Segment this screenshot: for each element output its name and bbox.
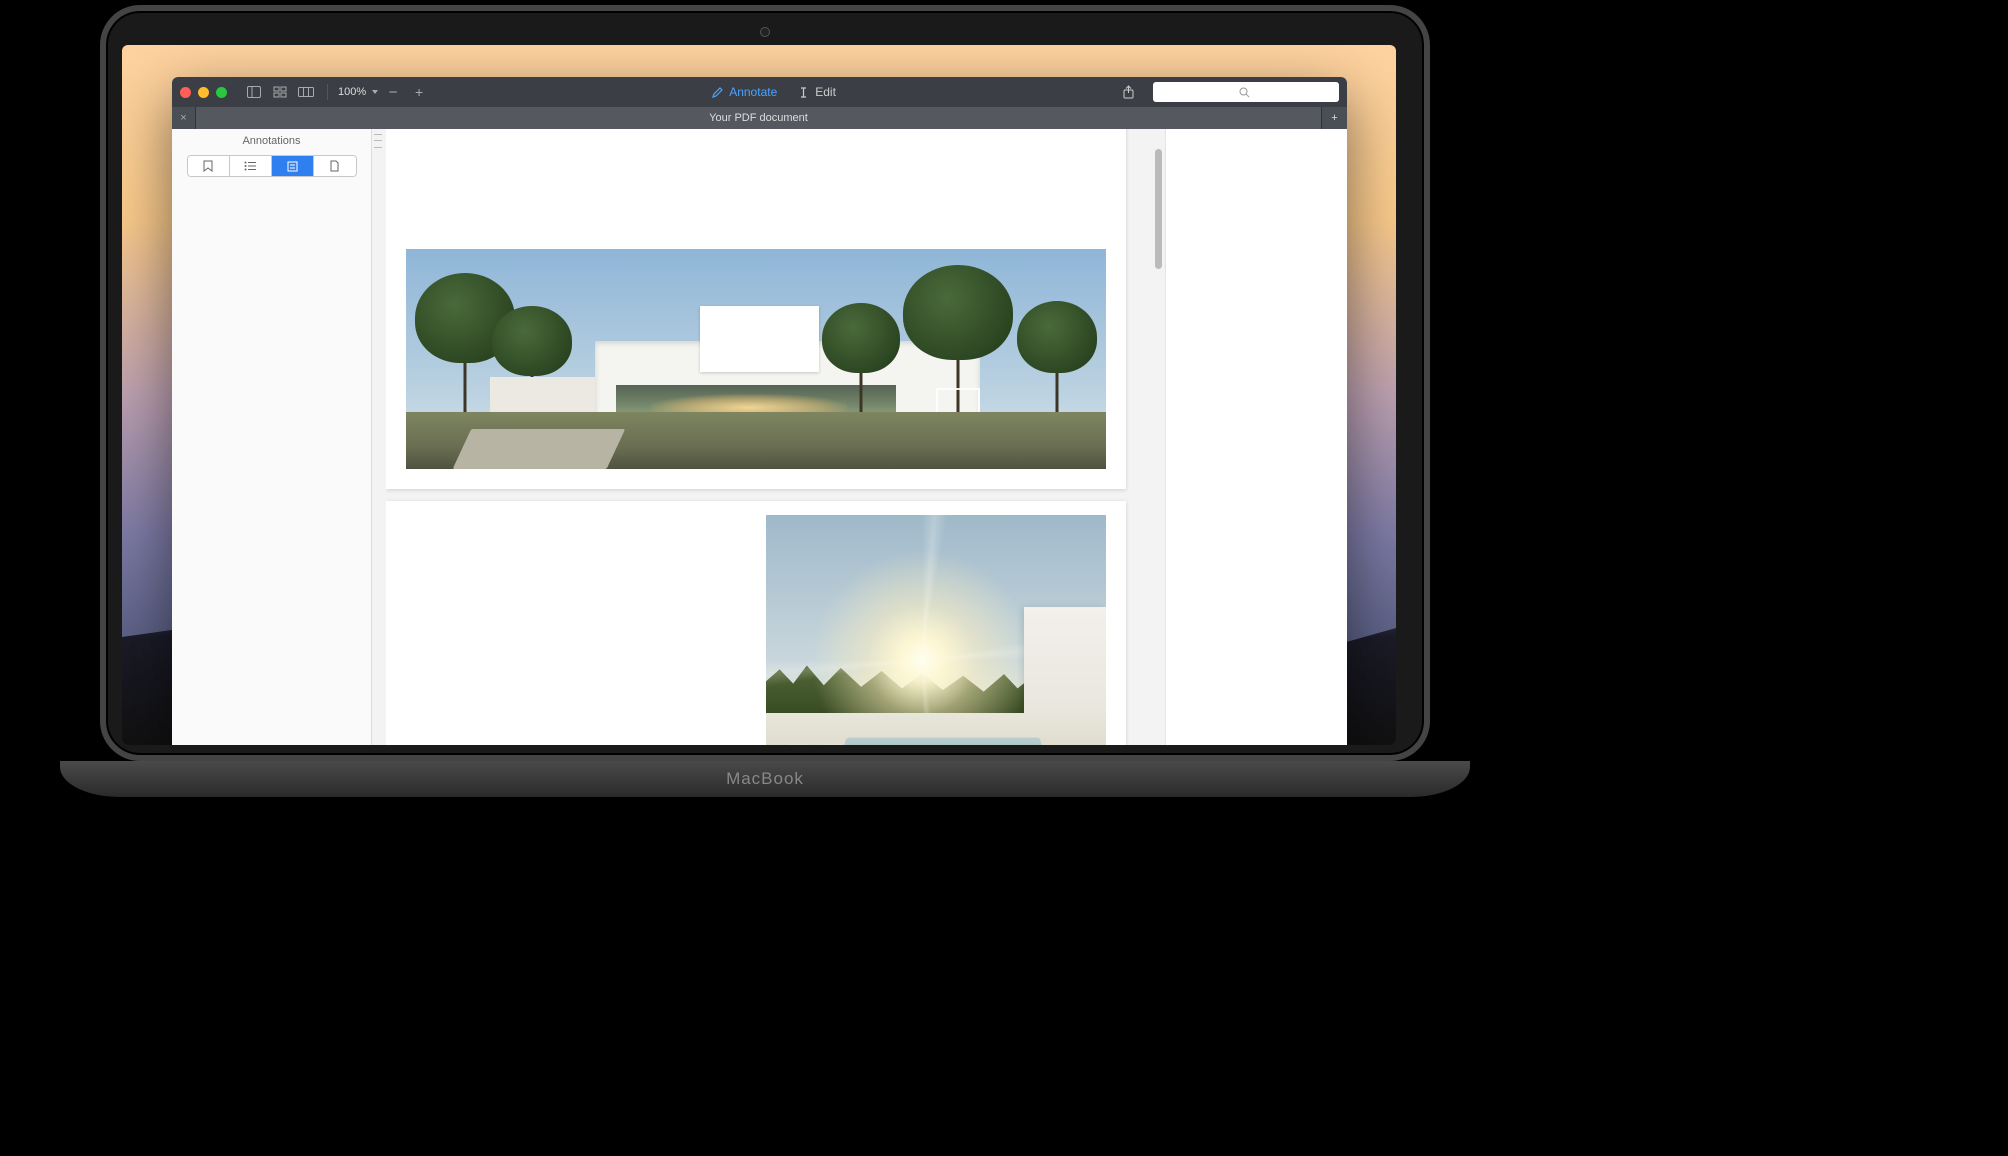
pdf-app-window: 100% − + Annotate Edit xyxy=(172,77,1347,745)
fullscreen-window-button[interactable] xyxy=(216,87,227,98)
macbook-base: MacBook xyxy=(60,761,1470,797)
text-cursor-icon xyxy=(797,86,810,99)
search-icon xyxy=(1239,87,1250,98)
annotation-icon xyxy=(287,161,298,172)
pdf-page[interactable] xyxy=(386,129,1126,489)
annotate-label: Annotate xyxy=(729,85,777,99)
tab-bar: × Your PDF document + xyxy=(172,107,1347,129)
search-input[interactable] xyxy=(1153,82,1339,102)
screen-bezel: 100% − + Annotate Edit xyxy=(100,5,1430,761)
zoom-in-button[interactable]: + xyxy=(408,82,430,102)
sidebar-pages-button[interactable] xyxy=(314,156,356,176)
screen: 100% − + Annotate Edit xyxy=(122,45,1396,745)
macbook-frame: 100% − + Annotate Edit xyxy=(100,5,1430,797)
close-tab-button[interactable]: × xyxy=(172,107,196,129)
edit-mode-button[interactable]: Edit xyxy=(789,85,844,99)
inspector-panel xyxy=(1165,129,1347,745)
camera-icon xyxy=(760,27,770,37)
page-container xyxy=(386,129,1151,745)
annotations-sidebar: Annotations xyxy=(172,129,372,745)
toolbar: 100% − + Annotate Edit xyxy=(172,77,1347,107)
minimize-window-button[interactable] xyxy=(198,87,209,98)
window-controls xyxy=(180,87,227,98)
bookmark-icon xyxy=(203,160,213,172)
chevron-down-icon xyxy=(368,86,378,98)
contact-sheet-view-button[interactable] xyxy=(295,82,317,102)
add-tab-button[interactable]: + xyxy=(1321,107,1347,129)
close-window-button[interactable] xyxy=(180,87,191,98)
sidebar-bookmarks-button[interactable] xyxy=(188,156,230,176)
zoom-value: 100% xyxy=(338,86,366,98)
sidebar-annotations-button[interactable] xyxy=(272,156,314,176)
list-icon xyxy=(244,161,256,171)
document-tab[interactable]: Your PDF document xyxy=(196,107,1321,129)
device-brand-label: MacBook xyxy=(726,769,804,789)
image-slot[interactable] xyxy=(406,249,1106,469)
image-slot[interactable] xyxy=(766,515,1106,745)
toolbar-divider xyxy=(327,84,328,100)
scrollbar-thumb[interactable] xyxy=(1155,149,1162,269)
annotate-mode-button[interactable]: Annotate xyxy=(703,85,785,99)
content-area: Annotations xyxy=(172,129,1347,745)
sidebar-outline-button[interactable] xyxy=(230,156,272,176)
zoom-out-button[interactable]: − xyxy=(382,82,404,102)
sidebar-mode-segmented-control xyxy=(187,155,357,177)
tab-title: Your PDF document xyxy=(709,112,808,124)
pdf-page[interactable] xyxy=(386,501,1126,745)
sidebar-toggle-button[interactable] xyxy=(243,82,265,102)
pencil-icon xyxy=(711,86,724,99)
edit-label: Edit xyxy=(815,85,836,99)
architecture-photo-pool xyxy=(766,515,1106,745)
share-button[interactable] xyxy=(1117,82,1139,102)
thumbnail-view-button[interactable] xyxy=(269,82,291,102)
document-viewer[interactable] xyxy=(372,129,1165,745)
sidebar-title: Annotations xyxy=(242,135,300,147)
page-icon xyxy=(330,160,339,172)
zoom-dropdown[interactable]: 100% xyxy=(338,86,378,98)
architecture-photo-wide xyxy=(406,249,1106,469)
sidebar-resize-handle[interactable] xyxy=(374,131,382,151)
